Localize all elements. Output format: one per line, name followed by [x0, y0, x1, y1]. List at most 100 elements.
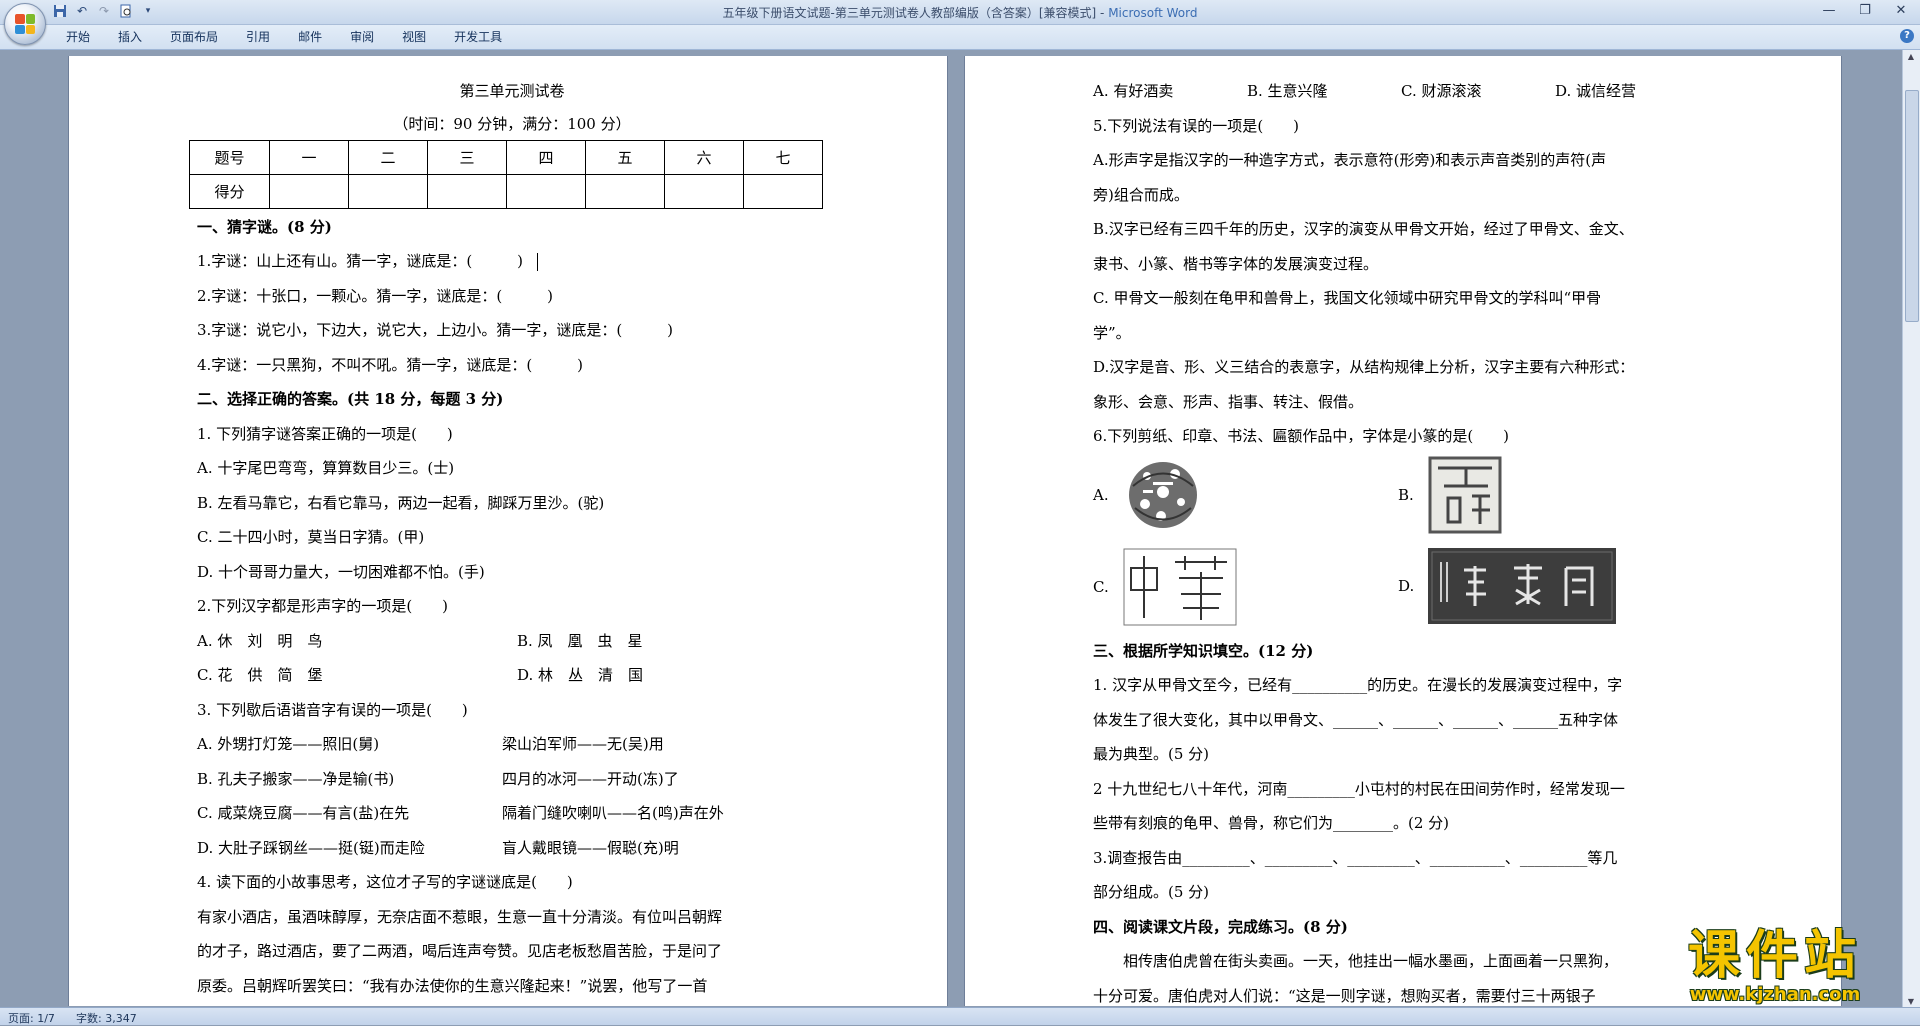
- ribbon-tab[interactable]: 引用: [232, 29, 284, 45]
- question-line: 2.下列汉字都是形声字的一项是( ): [197, 597, 449, 615]
- page-count[interactable]: 页面: 1/7: [8, 1010, 55, 1026]
- help-icon[interactable]: ?: [1900, 29, 1914, 43]
- office-logo-icon: [15, 14, 35, 34]
- option-row: A. 休 刘 明 鸟 B. 凤 凰 虫 星: [197, 624, 827, 659]
- q6-label-d: D.: [1398, 576, 1415, 595]
- question-line: 最为典型。(5 分): [1093, 745, 1210, 763]
- q6-label-b: B.: [1398, 485, 1414, 504]
- q3-options: A. 外甥打灯笼——照旧(舅) 梁山泊军师——无(吴)用 B. 孔夫子搬家——净是输…: [197, 727, 827, 865]
- scrollbar-thumb[interactable]: [1905, 90, 1919, 322]
- ribbon-tab[interactable]: 邮件: [284, 29, 336, 45]
- option-row: C. 花 供 简 堡 D. 林 丛 清 国: [197, 658, 827, 693]
- score-table-cell[interactable]: [743, 173, 823, 209]
- score-table-cell[interactable]: [269, 173, 349, 209]
- score-table-cell[interactable]: [427, 173, 507, 209]
- seal-stamp-image: [1428, 456, 1502, 533]
- question-line: 3.调查报告由_________、_________、_________、___…: [1093, 848, 1618, 867]
- option-text: A. 有好酒卖: [1093, 82, 1174, 100]
- section-heading: 四、阅读课文片段，完成练习。(8 分): [1093, 917, 1348, 936]
- ribbon-tab[interactable]: 开发工具: [440, 29, 516, 45]
- text-cursor: [537, 253, 539, 271]
- q6-option-a: A.: [1093, 456, 1203, 534]
- page-left[interactable]: 第三单元测试卷 （时间：90 分钟，满分：100 分） 题号一二三四五六七 得分…: [68, 56, 948, 1006]
- question-line: 1.字谜：山上还有山。猜一字，谜底是：( ): [197, 244, 827, 279]
- question-line: 些带有刻痕的龟甲、兽骨，称它们为________。(2 分): [1093, 814, 1450, 832]
- score-table-cell[interactable]: [664, 173, 744, 209]
- scroll-down-icon[interactable]: ▼: [1906, 997, 1916, 1006]
- score-table-header-cell: 四: [506, 139, 586, 175]
- score-table-cell[interactable]: [506, 173, 586, 209]
- passage-line: 4. 读下面的小故事思考，这位才子写的字谜谜底是( ): [197, 873, 573, 891]
- window-title: 五年级下册语文试题-第三单元测试卷人教部编版（含答案）[兼容模式] - Micr…: [0, 4, 1920, 21]
- question-line: B.汉字已经有三四千年的历史，汉字的演变从甲骨文开始，经过了甲骨文、金文、: [1093, 220, 1634, 238]
- option-text: C. 咸菜烧豆腐——有言(盐)在先: [197, 804, 410, 822]
- option-text: A. 外甥打灯笼——照旧(舅): [197, 735, 380, 753]
- app-name: Microsoft Word: [1108, 6, 1198, 20]
- score-table-cell[interactable]: [348, 173, 428, 209]
- word-count[interactable]: 字数: 3,347: [76, 1010, 137, 1026]
- q6-label-a: A.: [1093, 485, 1109, 504]
- option-text: C. 财源滚滚: [1401, 82, 1482, 100]
- score-table-header-cell: 五: [585, 139, 665, 175]
- section-heading: 一、猜字谜。(8 分): [197, 217, 332, 236]
- scroll-up-icon[interactable]: ▲: [1906, 52, 1916, 61]
- question-line: 1. 下列猜字谜答案正确的一项是( ): [197, 424, 453, 443]
- paper-cut-image: [1129, 461, 1197, 528]
- ribbon-tab[interactable]: 审阅: [336, 29, 388, 45]
- passage-line: 有家小酒店，虽酒味醇厚，无奈店面不惹眼，生意一直十分清淡。有位叫吕朝辉: [197, 907, 723, 926]
- ribbon-tab[interactable]: 开始: [52, 29, 104, 45]
- score-table: 题号一二三四五六七 得分: [189, 139, 823, 209]
- score-table-header-cell: 六: [664, 139, 744, 175]
- option-text: 梁山泊军师——无(吴)用: [502, 735, 664, 753]
- question-line: A.形声字是指汉字的一种造字方式，表示意符(形旁)和表示声音类别的声符(声: [1093, 151, 1607, 169]
- close-icon[interactable]: ✕: [1890, 2, 1912, 20]
- section-3-lines: 三、根据所学知识填空。(12 分) 1. 汉字从甲骨文至今，已经有________…: [1093, 634, 1727, 1007]
- question-line: D.汉字是音、形、义三结合的表意字，从结构规律上分析，汉字主要有六种形式：: [1093, 358, 1635, 376]
- vertical-scrollbar[interactable]: ▲ ▼: [1902, 50, 1920, 1008]
- watermark-logo: 课件站 www.kjzhan.com: [1650, 927, 1900, 1007]
- question-line: C. 甲骨文一般刻在龟甲和兽骨上，我国文化领域中研究甲骨文的学科叫“甲骨: [1093, 289, 1602, 307]
- question-line: 体发生了很大变化，其中以甲骨文、______、______、______、___…: [1093, 710, 1619, 729]
- q3-title: 3. 下列歇后语谐音字有误的一项是( ): [197, 700, 468, 719]
- q6-label-c: C.: [1093, 577, 1109, 596]
- page-title: 第三单元测试卷: [459, 82, 565, 100]
- score-table-row-label: 得分: [189, 173, 270, 209]
- option-text: B. 孔夫子搬家——净是输(书): [197, 769, 395, 788]
- ribbon-tab[interactable]: 页面布局: [156, 29, 232, 45]
- left-page-content: 第三单元测试卷 （时间：90 分钟，满分：100 分） 题号一二三四五六七 得分…: [189, 74, 827, 1003]
- score-table-header-cell: 题号: [189, 139, 270, 175]
- q6-option-c: C.: [1093, 548, 1237, 626]
- page-right[interactable]: A. 有好酒卖 B. 生意兴隆 C. 财源滚滚 D. 诚信经营 5.下列说法有误的一项…: [964, 56, 1842, 1006]
- ribbon-tab[interactable]: 插入: [104, 29, 156, 45]
- option-row: C. 咸菜烧豆腐——有言(盐)在先 隔着门缝吹喇叭——名(鸣)声在外: [197, 796, 827, 831]
- q6-option-d: D.: [1398, 547, 1616, 624]
- q2-options: A. 休 刘 明 鸟 B. 凤 凰 虫 星 C. 花 供 简 堡 D. 林 丛 清 国: [197, 624, 827, 693]
- score-table-header-row: 题号一二三四五六七: [189, 139, 823, 175]
- office-button[interactable]: [4, 3, 46, 45]
- q6-image-grid: A. B. C. D.: [1093, 454, 1727, 634]
- option-text: 四月的冰河——开动(冻)了: [502, 769, 679, 788]
- title-bar: ↶ ↷ ▾ 五年级下册语文试题-第三单元测试卷人教部编版（含答案）[兼容模式] …: [0, 0, 1920, 45]
- question-line: 2 十九世纪七八十年代，河南_________小屯村的村民在田间劳作时，经常发现…: [1093, 779, 1625, 798]
- score-table-header-cell: 一: [269, 139, 349, 175]
- option-row: D. 大肚子踩钢丝——挺(铤)而走险 盲人戴眼镜——假聪(充)明: [197, 831, 827, 866]
- score-table-cell[interactable]: [585, 173, 665, 209]
- minimize-icon[interactable]: —: [1818, 2, 1840, 20]
- question-line: B. 左看马靠它，右看它靠马，两边一起看，脚踩万里沙。(驼): [197, 493, 605, 512]
- option-row: B. 孔夫子搬家——净是输(书) 四月的冰河——开动(冻)了: [197, 762, 827, 797]
- score-table-score-row: 得分: [189, 173, 823, 209]
- window-controls: — ❐ ✕: [1818, 2, 1912, 20]
- plaque-image: [1428, 547, 1616, 624]
- q6-option-b: B.: [1398, 456, 1502, 534]
- ribbon-tab[interactable]: 视图: [388, 29, 440, 45]
- score-table-header-cell: 三: [427, 139, 507, 175]
- question-line: C. 二十四小时，莫当日字猜。(甲): [197, 528, 425, 546]
- option-text: D. 林 丛 清 国: [517, 666, 644, 684]
- question-line: 学”。: [1093, 323, 1131, 342]
- section-heading: 二、选择正确的答案。(共 18 分，每题 3 分): [197, 390, 504, 408]
- restore-icon[interactable]: ❐: [1854, 2, 1876, 20]
- question-line: 部分组成。(5 分): [1093, 883, 1210, 901]
- question-line: 隶书、小篆、楷书等字体的发展演变过程。: [1093, 254, 1379, 273]
- question-line: 3.字谜：说它小，下边大，说它大，上边小。猜一字，谜底是：( ): [197, 321, 674, 339]
- option-text: B. 生意兴隆: [1247, 82, 1328, 100]
